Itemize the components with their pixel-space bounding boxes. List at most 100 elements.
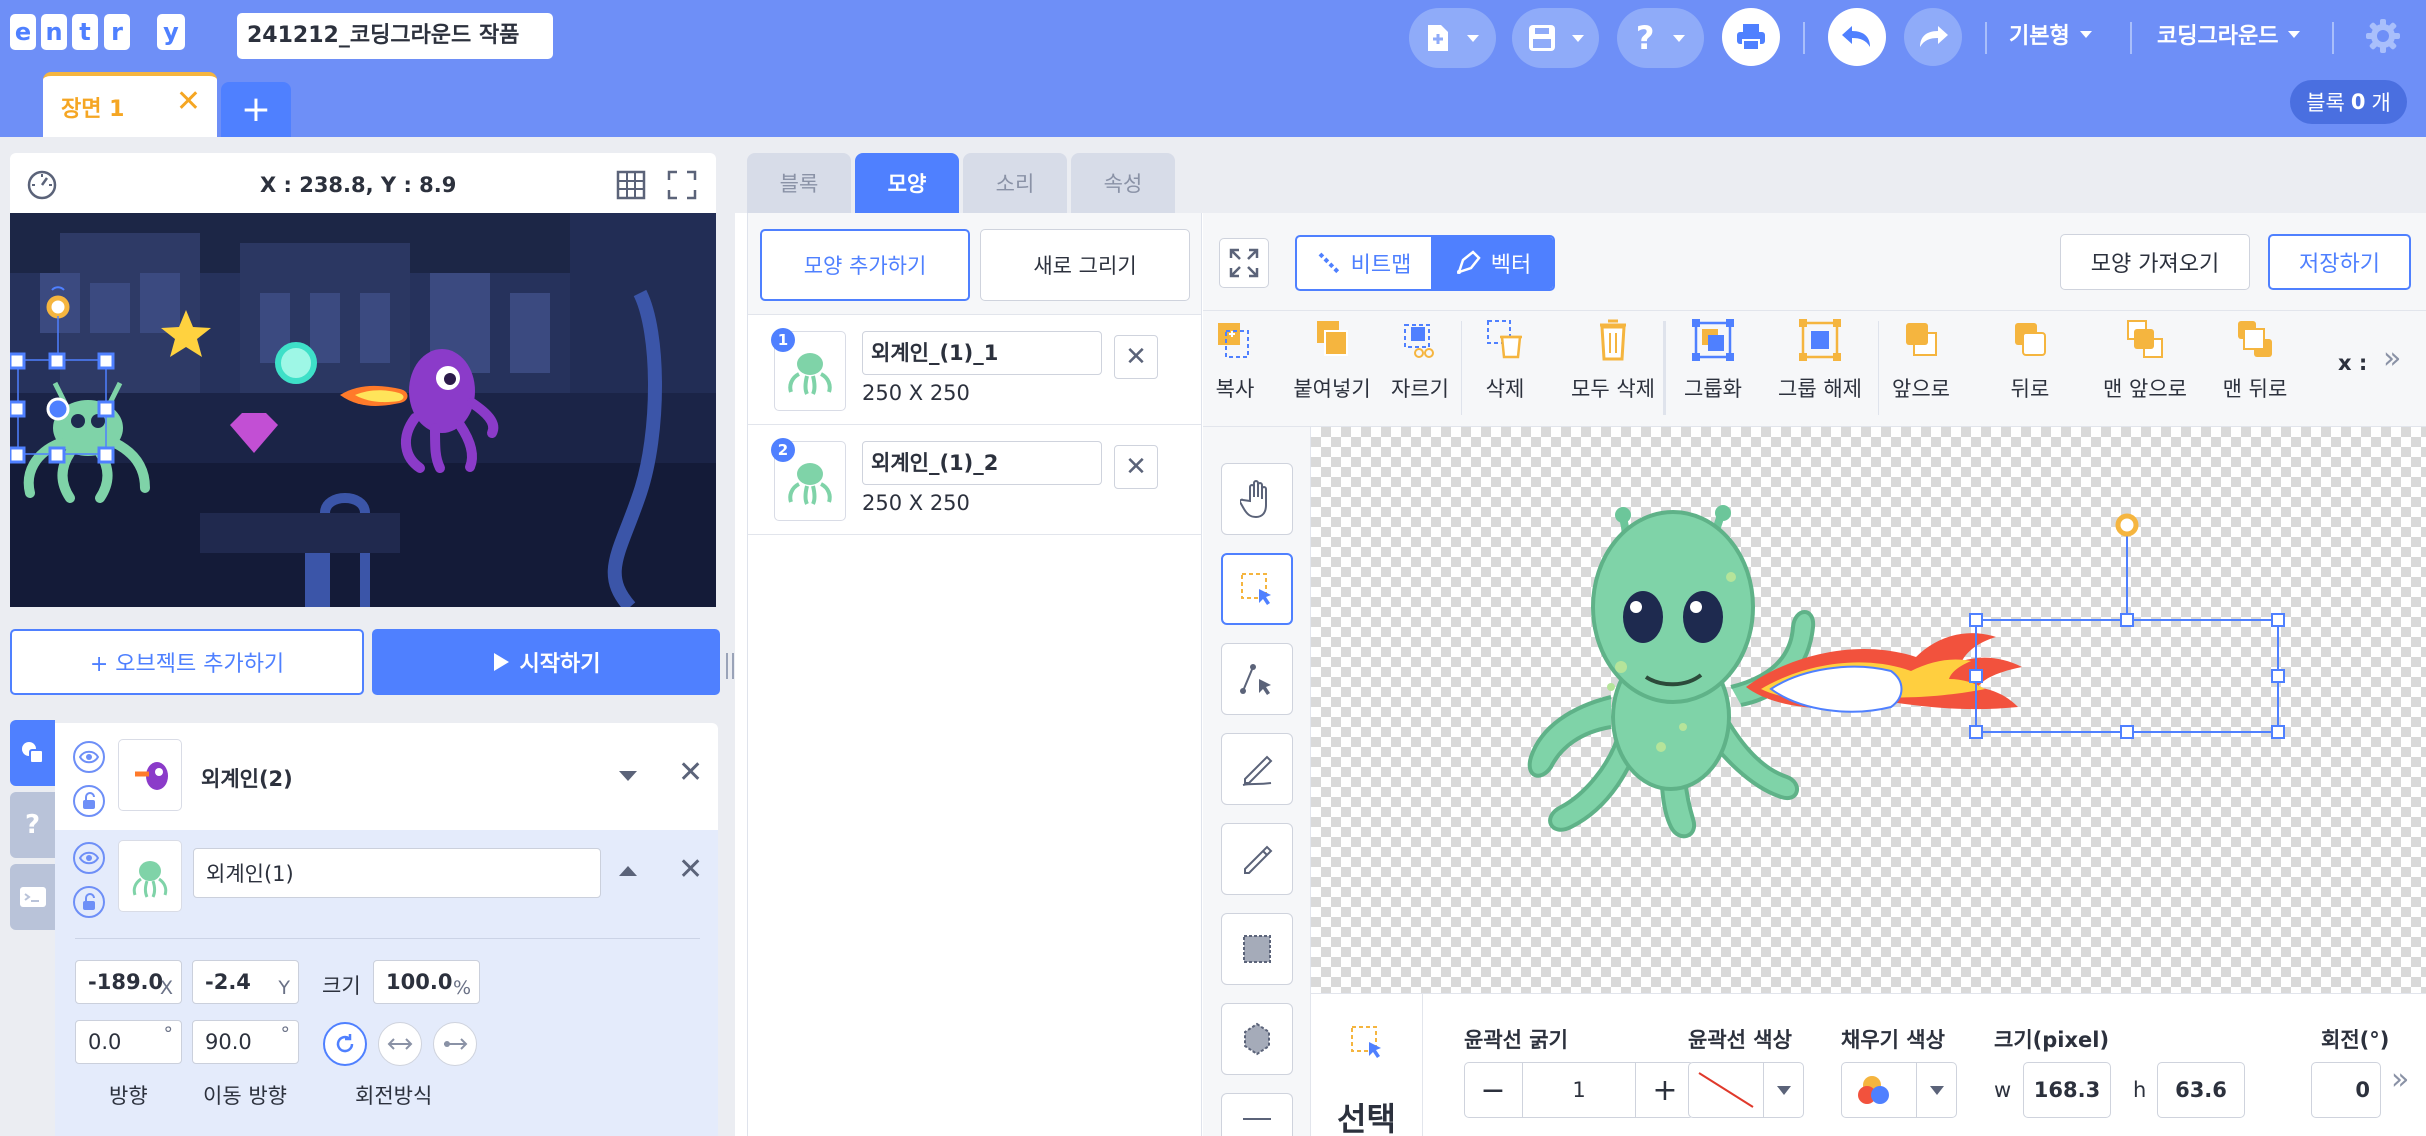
costume-name-input[interactable]: 외계인_(1)_1 <box>862 331 1102 375</box>
fullscreen-icon[interactable] <box>666 169 698 201</box>
ellipse-tool[interactable] <box>1221 1003 1293 1075</box>
add-scene-button[interactable]: + <box>221 82 291 137</box>
y-coordinate-field[interactable]: -2.4 Y <box>192 960 299 1004</box>
delete-costume-button[interactable]: ✕ <box>1114 445 1158 489</box>
lock-toggle[interactable] <box>73 886 105 918</box>
speed-gauge-icon[interactable] <box>26 169 58 201</box>
help-menu-button[interactable]: ? <box>1617 8 1704 68</box>
alien-shape[interactable] <box>1527 505 1816 839</box>
rotation-none-button[interactable] <box>433 1022 477 1066</box>
mode-menu[interactable]: 기본형 <box>2009 18 2092 50</box>
pen-tool[interactable] <box>1221 733 1293 805</box>
visibility-toggle[interactable] <box>73 842 105 874</box>
tab-console[interactable] <box>10 864 55 930</box>
object-name-input[interactable]: 외계인(1) <box>193 848 601 898</box>
redo-button[interactable] <box>1904 8 1962 66</box>
shape-properties-bar: 선택 윤곽선 굵기 − 1 + 윤곽선 색상 채우기 색상 크기(pixel) … <box>1311 993 2426 1136</box>
copy-button[interactable]: 복사 <box>1205 317 1265 403</box>
drawing-canvas[interactable] <box>1311 427 2426 993</box>
width-input[interactable]: 168.3 <box>2023 1062 2111 1118</box>
height-input[interactable]: 63.6 <box>2157 1062 2245 1118</box>
stroke-color-picker[interactable] <box>1688 1062 1804 1118</box>
send-backward-button[interactable]: 뒤로 <box>2007 317 2053 403</box>
paste-button[interactable]: 붙여넣기 <box>1293 317 1371 403</box>
tab-sounds[interactable]: 소리 <box>963 153 1067 213</box>
stroke-width-stepper[interactable]: − 1 + <box>1464 1062 1694 1118</box>
rotation-free-button[interactable] <box>323 1022 367 1066</box>
play-icon <box>493 653 509 671</box>
delete-object-icon[interactable]: ✕ <box>678 755 703 790</box>
toolbar-more-icon[interactable]: » <box>2383 341 2401 376</box>
costume-name-input[interactable]: 외계인_(1)_2 <box>862 441 1102 485</box>
project-title-input[interactable]: 241212_코딩그라운드 작품 <box>237 13 553 59</box>
line-tool[interactable] <box>1221 1093 1293 1136</box>
tab-objects[interactable] <box>10 720 55 786</box>
fill-color-picker[interactable] <box>1841 1062 1957 1118</box>
import-shape-button[interactable]: 모양 가져오기 <box>2060 234 2250 290</box>
costume-number: 1 <box>771 328 795 352</box>
cut-button[interactable]: 자르기 <box>1388 317 1452 403</box>
save-shape-button[interactable]: 저장하기 <box>2268 234 2411 290</box>
grid-icon[interactable] <box>615 169 647 201</box>
stroke-width-value[interactable]: 1 <box>1522 1063 1636 1117</box>
new-file-button[interactable] <box>1409 8 1496 68</box>
costume-item[interactable]: 2 외계인_(1)_2 250 X 250 ✕ <box>748 425 1201 535</box>
decrease-button[interactable]: − <box>1465 1062 1521 1118</box>
bezier-icon <box>1240 664 1271 695</box>
direction-field[interactable]: 0.0 ° <box>75 1020 182 1064</box>
send-to-back-button[interactable]: 맨 뒤로 <box>2219 317 2291 403</box>
scene-tab[interactable]: 장면 1 ✕ <box>43 72 217 137</box>
delete-object-icon[interactable]: ✕ <box>678 852 703 887</box>
expand-icon[interactable] <box>619 771 637 781</box>
visibility-toggle[interactable] <box>73 741 105 773</box>
user-menu[interactable]: 코딩그라운드 <box>2157 18 2301 50</box>
tab-blocks[interactable]: 블록 <box>747 153 851 213</box>
add-costume-button[interactable]: 모양 추가하기 <box>760 229 970 301</box>
add-object-button[interactable]: + 오브젝트 추가하기 <box>10 629 364 695</box>
x-coordinate-field[interactable]: -189.0 X <box>75 960 182 1004</box>
rotate-icon <box>336 1034 354 1053</box>
hand-tool[interactable] <box>1221 463 1293 535</box>
tab-shapes[interactable]: 모양 <box>855 153 959 213</box>
bring-to-front-button[interactable]: 맨 앞으로 <box>2099 317 2191 403</box>
print-button[interactable] <box>1722 8 1780 66</box>
costume-item[interactable]: 1 외계인_(1)_1 250 X 250 ✕ <box>748 315 1201 425</box>
rotation-input[interactable]: 0 <box>2311 1062 2381 1118</box>
new-draw-button[interactable]: 새로 그리기 <box>980 229 1190 301</box>
settings-button[interactable] <box>2364 17 2402 59</box>
rectangle-tool[interactable] <box>1221 913 1293 985</box>
group-button[interactable]: 그룹화 <box>1680 317 1746 403</box>
delete-costume-button[interactable]: ✕ <box>1114 335 1158 379</box>
horizontal-flip-icon <box>387 1038 413 1050</box>
tab-properties[interactable]: 속성 <box>1071 153 1175 213</box>
panel-resize-handle[interactable] <box>726 653 734 679</box>
properties-more-icon[interactable]: » <box>2391 1062 2409 1097</box>
pencil-tool[interactable] <box>1221 823 1293 895</box>
stage-canvas[interactable] <box>10 213 716 607</box>
ungroup-button[interactable]: 그룹 해제 <box>1775 317 1865 403</box>
tab-help[interactable]: ? <box>10 792 55 858</box>
collapse-icon[interactable] <box>619 866 637 876</box>
selection-box[interactable] <box>1969 513 2285 739</box>
size-field[interactable]: 100.0% <box>373 960 480 1004</box>
object-row[interactable]: 외계인(2) ✕ <box>55 723 718 830</box>
start-button[interactable]: 시작하기 <box>372 629 720 695</box>
close-icon[interactable]: ✕ <box>176 84 201 119</box>
bring-forward-button[interactable]: 앞으로 <box>1889 317 1953 403</box>
energy-orb-sprite[interactable] <box>275 342 317 384</box>
increase-button[interactable]: + <box>1637 1062 1693 1118</box>
expand-editor-button[interactable] <box>1219 238 1269 288</box>
move-direction-field[interactable]: 90.0 ° <box>192 1020 299 1064</box>
delete-all-button[interactable]: 모두 삭제 <box>1569 317 1657 403</box>
logo-letter: y <box>157 14 185 50</box>
lock-toggle[interactable] <box>73 785 105 817</box>
bitmap-mode-button[interactable]: 비트맵 <box>1297 237 1431 289</box>
object-row-selected[interactable]: 외계인(1) ✕ -189.0 X -2.4 Y 크기 100.0% 0.0 ° 90… <box>55 830 718 1136</box>
undo-button[interactable] <box>1828 8 1886 66</box>
point-edit-tool[interactable] <box>1221 643 1293 715</box>
rotation-horizontal-button[interactable] <box>378 1022 422 1066</box>
delete-button[interactable]: 삭제 <box>1478 317 1532 403</box>
vector-mode-button[interactable]: 벡터 <box>1431 237 1553 289</box>
save-menu-button[interactable] <box>1512 8 1599 68</box>
select-tool[interactable] <box>1221 553 1293 625</box>
